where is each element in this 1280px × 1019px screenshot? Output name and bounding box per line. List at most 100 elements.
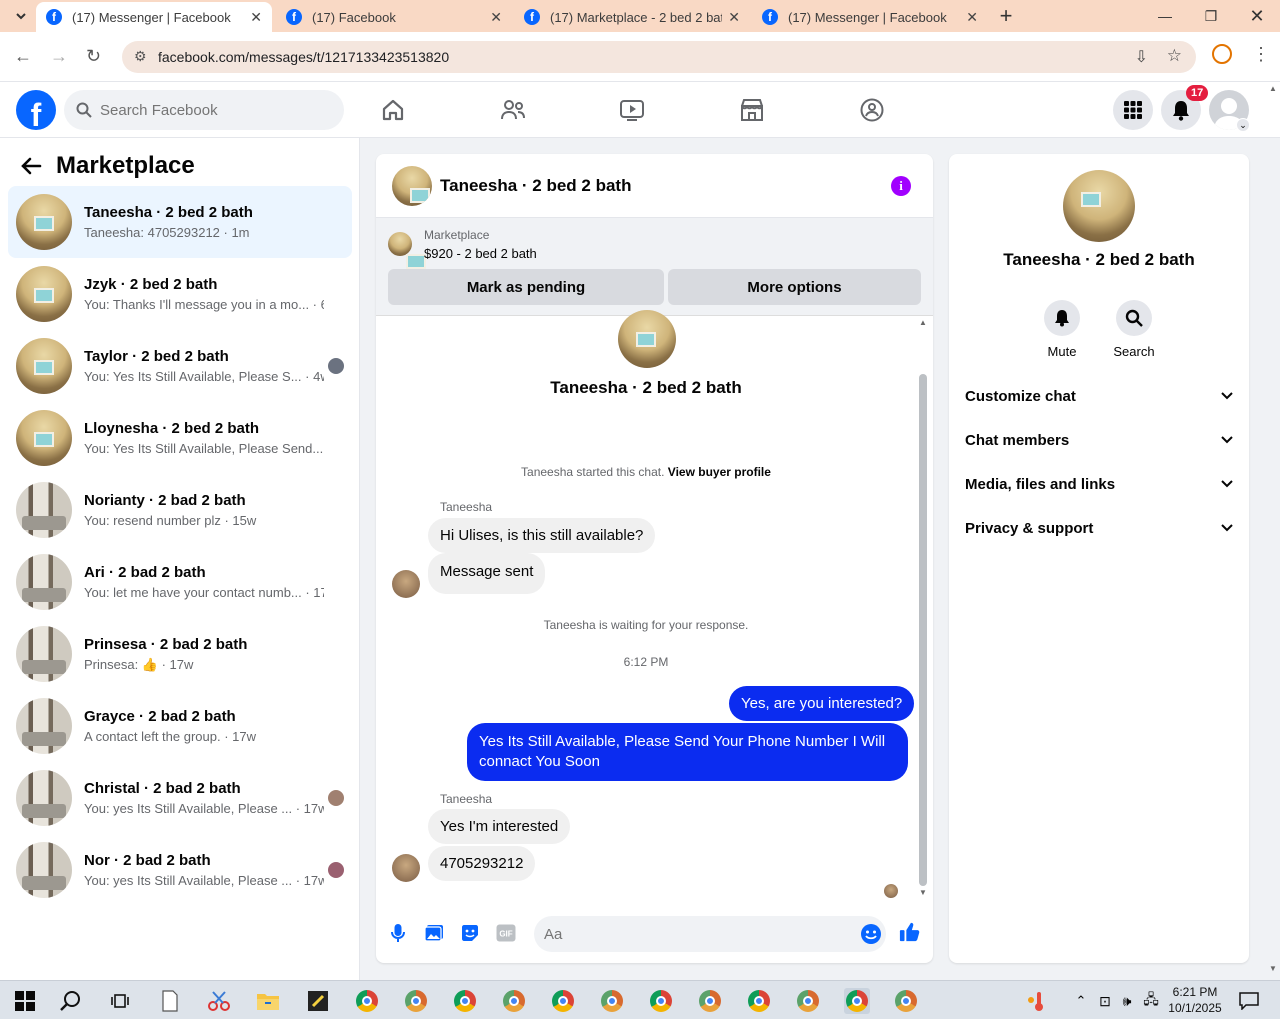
site-info-icon[interactable]: ⚙	[134, 48, 147, 65]
chat-members-section[interactable]: Chat members	[965, 420, 1233, 460]
photo-icon[interactable]	[423, 922, 445, 944]
listing-thumbnail[interactable]	[388, 232, 426, 269]
chrome-profile-icon[interactable]	[648, 988, 674, 1014]
chrome-profile-icon[interactable]	[893, 988, 919, 1014]
new-tab-icon[interactable]: +	[990, 0, 1022, 32]
install-app-icon[interactable]: ⇩	[1135, 47, 1148, 67]
conversation-item[interactable]: Taneesha · 2 bed 2 bath Taneesha: 4705293…	[8, 186, 352, 258]
page-scroll-up-icon[interactable]: ▲	[1269, 84, 1277, 93]
bookmark-star-icon[interactable]: ☆	[1167, 46, 1182, 66]
conversation-info-icon[interactable]: i	[891, 176, 911, 196]
video-icon[interactable]	[612, 90, 652, 130]
chrome-icon[interactable]	[354, 988, 380, 1014]
back-arrow-icon[interactable]	[20, 156, 42, 176]
close-window-icon[interactable]: ✕	[1234, 0, 1280, 32]
marketplace-icon[interactable]	[732, 90, 772, 130]
chrome-profile-icon[interactable]	[599, 988, 625, 1014]
conversation-item[interactable]: Lloynesha · 2 bed 2 bath You: Yes Its Sti…	[8, 402, 352, 474]
conversation-item[interactable]: Norianty · 2 bad 2 bath You: resend numbe…	[8, 474, 352, 546]
tab-close-icon[interactable]: ✕	[966, 9, 978, 26]
volume-icon[interactable]: 🕪	[1114, 988, 1140, 1014]
chrome-profile-icon[interactable]	[452, 988, 478, 1014]
conversation-item[interactable]: Taylor · 2 bed 2 bath You: Yes Its Still …	[8, 330, 352, 402]
taskbar-clock[interactable]: 6:21 PM 10/1/2025	[1160, 984, 1230, 1016]
chat-avatar[interactable]	[392, 165, 432, 206]
menu-grid-icon[interactable]	[1113, 90, 1153, 130]
page-scroll-down-icon[interactable]: ▼	[1269, 964, 1277, 973]
scroll-down-icon[interactable]: ▼	[919, 888, 927, 897]
taskbar-search-icon[interactable]	[58, 988, 84, 1014]
conversation-item[interactable]: Ari · 2 bad 2 bath You: let me have your …	[8, 546, 352, 618]
restore-icon[interactable]: ❐	[1188, 0, 1234, 32]
conversation-item[interactable]: Grayce · 2 bad 2 bath A contact left the …	[8, 690, 352, 762]
mute-button[interactable]: Mute	[1032, 300, 1092, 359]
incoming-message[interactable]: Yes I'm interested	[428, 809, 571, 844]
chrome-profile-icon[interactable]	[403, 988, 429, 1014]
chrome-profile-icon[interactable]	[501, 988, 527, 1014]
facebook-search[interactable]	[64, 90, 344, 130]
outgoing-message[interactable]: Yes Its Still Available, Please Send You…	[467, 723, 908, 781]
privacy-support-section[interactable]: Privacy & support	[965, 508, 1233, 548]
browser-tab-3[interactable]: f (17) Marketplace - 2 bed 2 bath ✕	[514, 2, 750, 32]
tab-close-icon[interactable]: ✕	[728, 9, 740, 26]
message-scroll-thumb[interactable]	[919, 374, 927, 886]
groups-icon[interactable]	[852, 90, 892, 130]
weather-icon[interactable]	[1022, 988, 1048, 1014]
emoji-icon[interactable]	[860, 923, 882, 945]
more-options-button[interactable]: More options	[668, 269, 921, 305]
listing-title[interactable]: $920 - 2 bed 2 bath	[424, 246, 537, 261]
minimize-icon[interactable]: —	[1142, 0, 1188, 32]
chrome-profile-icon[interactable]	[746, 988, 772, 1014]
tab-search-icon[interactable]	[8, 3, 34, 29]
sticky-notes-icon[interactable]	[305, 988, 331, 1014]
conversation-item[interactable]: Christal · 2 bad 2 bath You: yes Its Stil…	[8, 762, 352, 834]
outgoing-message[interactable]: Yes, are you interested?	[729, 686, 915, 721]
sticker-icon[interactable]	[459, 922, 481, 944]
chrome-profile-icon[interactable]	[795, 988, 821, 1014]
profile-icon[interactable]	[1212, 44, 1232, 64]
url-field[interactable]: ⚙ facebook.com/messages/t/12171334235138…	[122, 41, 1196, 73]
tab-close-icon[interactable]: ✕	[250, 9, 262, 26]
reload-icon[interactable]: ↻	[86, 46, 101, 67]
chrome-profile-icon[interactable]	[697, 988, 723, 1014]
back-icon[interactable]: ←	[14, 46, 32, 67]
message-input[interactable]	[534, 916, 886, 952]
mark-as-pending-button[interactable]: Mark as pending	[388, 269, 664, 305]
browser-tab-2[interactable]: f (17) Facebook ✕	[276, 2, 512, 32]
conversation-item[interactable]: Prinsesa · 2 bad 2 bath Prinsesa: 👍 · 17w	[8, 618, 352, 690]
chrome-profile-icon[interactable]	[550, 988, 576, 1014]
friends-icon[interactable]	[493, 90, 533, 130]
home-icon[interactable]	[373, 90, 413, 130]
scroll-up-icon[interactable]: ▲	[919, 318, 927, 327]
tab-close-icon[interactable]: ✕	[490, 9, 502, 26]
like-thumbs-up-icon[interactable]	[899, 921, 921, 943]
facebook-logo-icon[interactable]: f	[16, 90, 56, 130]
task-view-icon[interactable]	[107, 988, 133, 1014]
snipping-tool-icon[interactable]	[206, 988, 232, 1014]
incoming-message[interactable]: Hi Ulises, is this still available?	[428, 518, 656, 553]
account-chevron-icon[interactable]: ⌄	[1236, 118, 1250, 132]
conversation-item[interactable]: Jzyk · 2 bed 2 bath You: Thanks I'll mess…	[8, 258, 352, 330]
page-scrollbar[interactable]: ▲ ▼	[1266, 82, 1280, 980]
incoming-message[interactable]: Message sent	[428, 553, 546, 594]
notepad-icon[interactable]	[157, 988, 183, 1014]
microphone-icon[interactable]	[387, 922, 409, 944]
action-center-icon[interactable]	[1236, 988, 1262, 1014]
browser-menu-icon[interactable]: ⋮	[1252, 44, 1270, 65]
windows-start-icon[interactable]	[12, 988, 38, 1014]
tray-chevron-icon[interactable]: ⌃	[1068, 988, 1094, 1014]
view-buyer-profile-link[interactable]: View buyer profile	[668, 465, 771, 479]
forward-icon[interactable]: →	[50, 46, 68, 67]
customize-chat-section[interactable]: Customize chat	[965, 376, 1233, 416]
browser-tab-1[interactable]: f (17) Messenger | Facebook ✕	[36, 2, 272, 32]
incoming-message[interactable]: 4705293212	[428, 846, 536, 881]
chrome-profile-icon-active[interactable]	[844, 988, 870, 1014]
file-explorer-icon[interactable]	[255, 988, 281, 1014]
search-in-conversation-button[interactable]: Search	[1104, 300, 1164, 359]
conversation-item[interactable]: Nor · 2 bad 2 bath You: yes Its Still Ava…	[8, 834, 352, 906]
media-files-links-section[interactable]: Media, files and links	[965, 464, 1233, 504]
browser-tab-4[interactable]: f (17) Messenger | Facebook ✕	[752, 2, 988, 32]
gif-icon[interactable]: GIF	[495, 922, 517, 944]
profile-avatar[interactable]	[1063, 170, 1135, 242]
chat-title[interactable]: Taneesha · 2 bed 2 bath	[440, 176, 631, 196]
